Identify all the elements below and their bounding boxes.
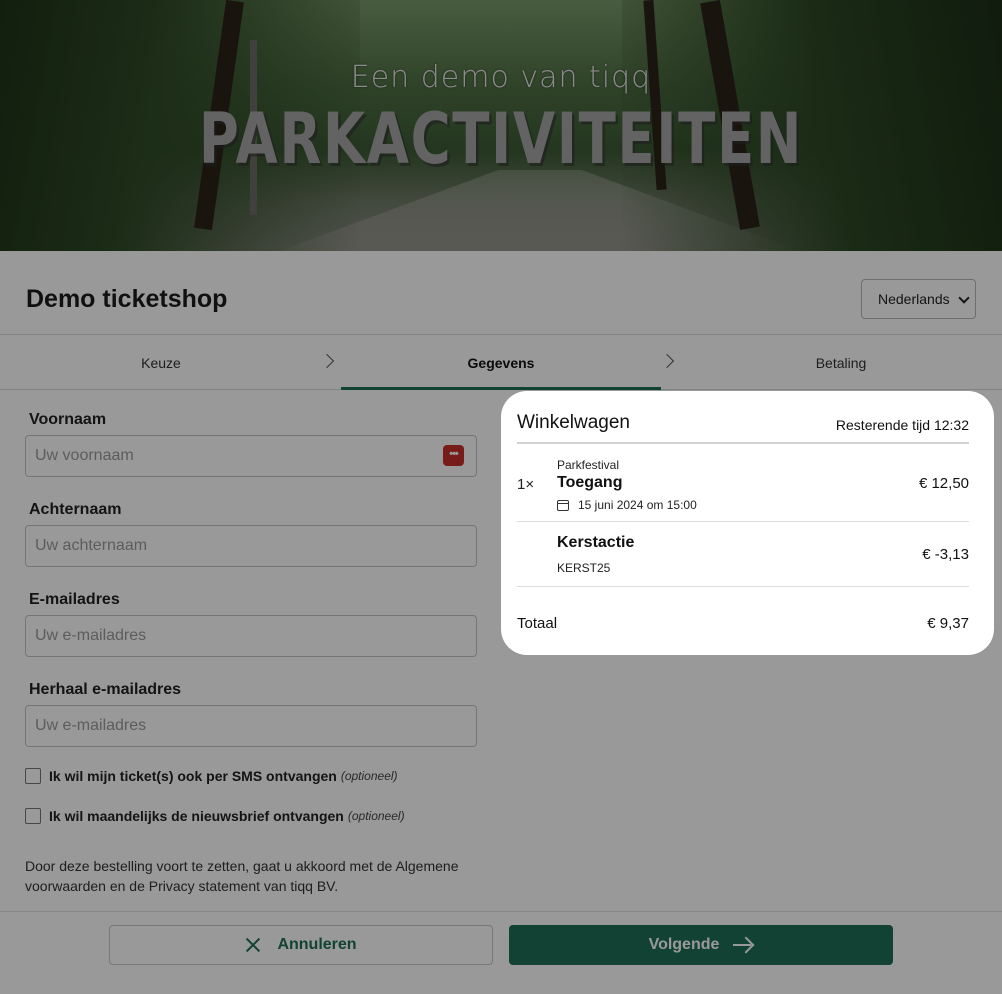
total-label: Totaal xyxy=(517,615,558,632)
divider xyxy=(517,586,969,587)
calendar-icon xyxy=(557,499,569,511)
divider xyxy=(517,521,969,522)
remaining-time: Resterende tijd 12:32 xyxy=(835,417,969,433)
discount-code: KERST25 xyxy=(557,561,611,575)
shopping-cart-panel: Winkelwagen Resterende tijd 12:32 1× Par… xyxy=(501,391,994,655)
item-date-text: 15 juni 2024 om 15:00 xyxy=(578,498,697,512)
discount-name: Kerstactie xyxy=(557,534,635,551)
item-quantity: 1× xyxy=(517,476,535,493)
total-price: € 9,37 xyxy=(927,615,969,632)
discount-price: € -3,13 xyxy=(922,546,969,563)
item-price: € 12,50 xyxy=(918,475,969,492)
item-date: 15 juni 2024 om 15:00 xyxy=(557,498,697,512)
item-name: Toegang xyxy=(557,474,623,491)
cart-title: Winkelwagen xyxy=(517,412,630,433)
item-event: Parkfestival xyxy=(557,458,620,472)
divider xyxy=(517,442,969,444)
